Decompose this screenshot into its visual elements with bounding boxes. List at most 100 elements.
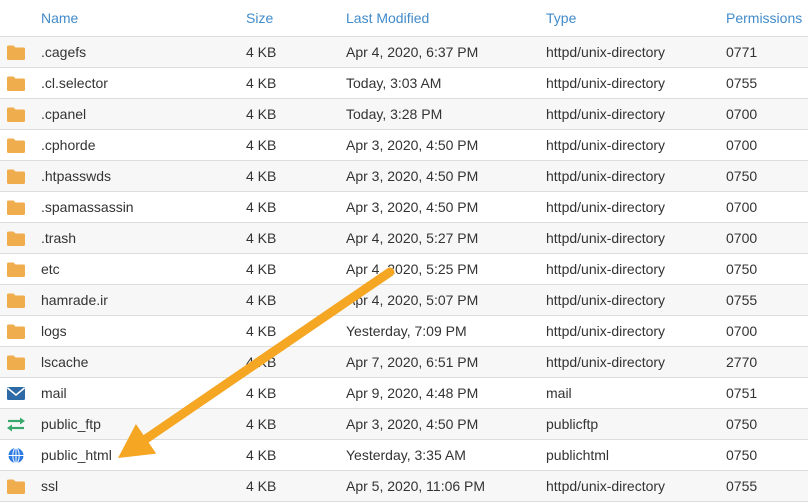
file-type: mail	[546, 385, 572, 401]
file-name[interactable]: etc	[41, 261, 246, 277]
folder-icon	[0, 323, 41, 340]
file-size: 4 KB	[246, 416, 277, 432]
file-name[interactable]: public_ftp	[41, 416, 246, 432]
file-name[interactable]: mail	[41, 385, 246, 401]
folder-icon	[0, 106, 41, 123]
file-manager-table: Name Size Last Modified Type Permissions…	[0, 0, 808, 502]
table-row[interactable]: .cagefs 4 KB Apr 4, 2020, 6:37 PM httpd/…	[0, 37, 808, 68]
globe-icon	[0, 447, 41, 464]
file-size: 4 KB	[246, 292, 277, 308]
folder-icon	[0, 199, 41, 216]
file-permissions: 0755	[726, 292, 758, 308]
file-last-modified: Apr 3, 2020, 4:50 PM	[346, 168, 479, 184]
file-type: httpd/unix-directory	[546, 230, 666, 246]
file-type: httpd/unix-directory	[546, 44, 666, 60]
transfer-arrows-icon	[0, 416, 41, 433]
envelope-icon	[0, 385, 41, 402]
table-row[interactable]: etc 4 KB Apr 4, 2020, 5:25 PM httpd/unix…	[0, 254, 808, 285]
file-last-modified: Apr 9, 2020, 4:48 PM	[346, 385, 479, 401]
file-type: httpd/unix-directory	[546, 292, 666, 308]
file-size: 4 KB	[246, 199, 277, 215]
table-row[interactable]: mail 4 KB Apr 9, 2020, 4:48 PM mail 0751	[0, 378, 808, 409]
table-row[interactable]: lscache 4 KB Apr 7, 2020, 6:51 PM httpd/…	[0, 347, 808, 378]
column-header-size[interactable]: Size	[246, 10, 346, 26]
table-body: .cagefs 4 KB Apr 4, 2020, 6:37 PM httpd/…	[0, 37, 808, 502]
column-header-permissions[interactable]: Permissions	[726, 10, 808, 26]
file-name[interactable]: .cl.selector	[41, 75, 246, 91]
folder-icon	[0, 261, 41, 278]
column-header-name[interactable]: Name	[0, 10, 246, 26]
table-row[interactable]: logs 4 KB Yesterday, 7:09 PM httpd/unix-…	[0, 316, 808, 347]
file-name[interactable]: hamrade.ir	[41, 292, 246, 308]
file-last-modified: Apr 3, 2020, 4:50 PM	[346, 416, 479, 432]
table-row[interactable]: .cphorde 4 KB Apr 3, 2020, 4:50 PM httpd…	[0, 130, 808, 161]
table-header: Name Size Last Modified Type Permissions	[0, 0, 808, 37]
folder-icon	[0, 137, 41, 154]
table-row[interactable]: .trash 4 KB Apr 4, 2020, 5:27 PM httpd/u…	[0, 223, 808, 254]
table-row[interactable]: .cpanel 4 KB Today, 3:28 PM httpd/unix-d…	[0, 99, 808, 130]
file-type: publichtml	[546, 447, 610, 463]
column-header-type[interactable]: Type	[546, 10, 726, 26]
file-type: httpd/unix-directory	[546, 75, 666, 91]
table-row[interactable]: hamrade.ir 4 KB Apr 4, 2020, 5:07 PM htt…	[0, 285, 808, 316]
table-row[interactable]: .spamassassin 4 KB Apr 3, 2020, 4:50 PM …	[0, 192, 808, 223]
file-last-modified: Apr 5, 2020, 11:06 PM	[346, 478, 486, 494]
file-last-modified: Apr 4, 2020, 6:37 PM	[346, 44, 479, 60]
file-last-modified: Yesterday, 3:35 AM	[346, 447, 466, 463]
file-size: 4 KB	[246, 137, 277, 153]
folder-icon	[0, 75, 41, 92]
table-row[interactable]: .cl.selector 4 KB Today, 3:03 AM httpd/u…	[0, 68, 808, 99]
folder-icon	[0, 168, 41, 185]
file-permissions: 0750	[726, 168, 758, 184]
file-name[interactable]: .cagefs	[41, 44, 246, 60]
file-size: 4 KB	[246, 168, 277, 184]
file-type: httpd/unix-directory	[546, 137, 666, 153]
file-size: 4 KB	[246, 261, 277, 277]
file-size: 4 KB	[246, 385, 277, 401]
file-name[interactable]: public_html	[41, 447, 246, 463]
folder-icon	[0, 292, 41, 309]
file-size: 4 KB	[246, 354, 277, 370]
file-permissions: 0750	[726, 416, 758, 432]
folder-icon	[0, 478, 41, 495]
file-permissions: 0771	[726, 44, 758, 60]
file-type: httpd/unix-directory	[546, 261, 666, 277]
file-name[interactable]: .cphorde	[41, 137, 246, 153]
folder-icon	[0, 44, 41, 61]
folder-icon	[0, 230, 41, 247]
file-permissions: 0700	[726, 230, 758, 246]
file-name[interactable]: .cpanel	[41, 106, 246, 122]
file-permissions: 0751	[726, 385, 758, 401]
table-row[interactable]: public_html 4 KB Yesterday, 3:35 AM publ…	[0, 440, 808, 471]
folder-icon	[0, 354, 41, 371]
file-size: 4 KB	[246, 106, 277, 122]
file-name[interactable]: .spamassassin	[41, 199, 246, 215]
file-permissions: 2770	[726, 354, 758, 370]
file-last-modified: Today, 3:28 PM	[346, 106, 443, 122]
file-name[interactable]: lscache	[41, 354, 246, 370]
file-type: httpd/unix-directory	[546, 168, 666, 184]
table-row[interactable]: .htpasswds 4 KB Apr 3, 2020, 4:50 PM htt…	[0, 161, 808, 192]
table-row[interactable]: public_ftp 4 KB Apr 3, 2020, 4:50 PM pub…	[0, 409, 808, 440]
file-name[interactable]: logs	[41, 323, 246, 339]
file-last-modified: Apr 4, 2020, 5:25 PM	[346, 261, 479, 277]
file-permissions: 0700	[726, 323, 758, 339]
file-size: 4 KB	[246, 478, 277, 494]
file-type: publicftp	[546, 416, 599, 432]
file-last-modified: Apr 4, 2020, 5:07 PM	[346, 292, 479, 308]
file-permissions: 0750	[726, 261, 758, 277]
file-permissions: 0700	[726, 137, 758, 153]
column-header-last-modified[interactable]: Last Modified	[346, 10, 546, 26]
file-name[interactable]: ssl	[41, 478, 246, 494]
file-type: httpd/unix-directory	[546, 106, 666, 122]
file-type: httpd/unix-directory	[546, 323, 666, 339]
table-row[interactable]: ssl 4 KB Apr 5, 2020, 11:06 PM httpd/uni…	[0, 471, 808, 502]
file-name[interactable]: .htpasswds	[41, 168, 246, 184]
file-permissions: 0700	[726, 199, 758, 215]
file-name[interactable]: .trash	[41, 230, 246, 246]
file-size: 4 KB	[246, 323, 277, 339]
file-last-modified: Apr 3, 2020, 4:50 PM	[346, 199, 479, 215]
file-type: httpd/unix-directory	[546, 199, 666, 215]
file-last-modified: Apr 7, 2020, 6:51 PM	[346, 354, 479, 370]
file-type: httpd/unix-directory	[546, 354, 666, 370]
